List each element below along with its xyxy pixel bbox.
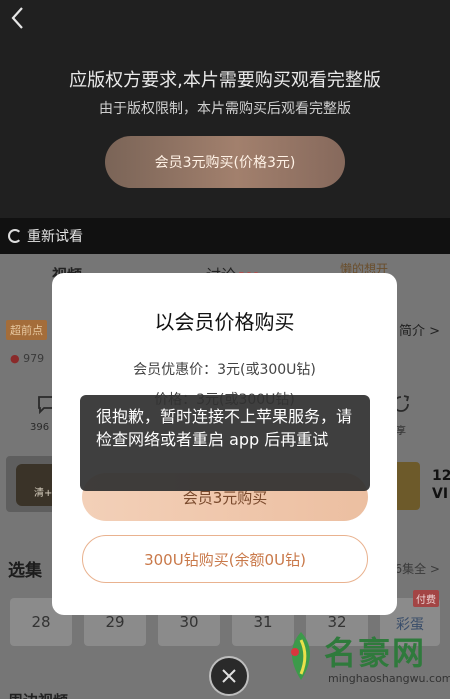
retry-bar[interactable]: 重新试看 [0,218,450,254]
right-card-text: 12 VI [432,468,450,502]
video-player: 应版权方要求,本片需要购买观看完整版 由于版权限制，本片需购买后观看完整版 会员… [0,0,450,218]
watermark-url: minghaoshangwu.com [328,672,450,685]
episodes-section-title: 选集 [8,561,42,581]
dialog-title: 以会员价格购买 [154,310,295,334]
site-watermark: 名豪网 minghaoshangwu.com [280,620,450,696]
close-dialog-button[interactable] [209,656,249,696]
ucoin-buy-button[interactable]: 300U钻购买(余额0U钻) [82,535,368,583]
member-price-text: 会员优惠价：3元(或300U钻) [133,362,316,378]
promo-tag: 超前点 [6,320,47,340]
retry-label: 重新试看 [27,229,83,245]
leaf-logo-icon [291,632,311,680]
chevron-left-icon [11,7,23,29]
watermark-name: 名豪网 [324,634,427,672]
share-label: 享 [396,426,406,437]
intro-link[interactable]: 简介 > [399,320,440,339]
paid-badge: 付费 [413,590,439,607]
heat-count: ● 979 [10,352,45,365]
back-button[interactable] [10,6,24,35]
refresh-icon [8,229,22,243]
episodes-all-link[interactable]: 6集全 > [394,560,440,577]
error-toast: 很抱歉，暂时连接不上苹果服务，请检查网络或者重启 app 后再重试 [80,395,370,491]
fire-icon: ● [10,352,20,365]
paywall-subtitle: 由于版权限制，本片需购买后观看完整版 [99,101,351,117]
comment-count: 396 [30,422,50,433]
player-buy-button[interactable]: 会员3元购买(价格3元) [105,136,345,188]
paywall-title: 应版权方要求,本片需要购买观看完整版 [69,70,381,91]
related-section-title: 周边视频 [8,690,68,699]
close-icon [222,669,236,683]
